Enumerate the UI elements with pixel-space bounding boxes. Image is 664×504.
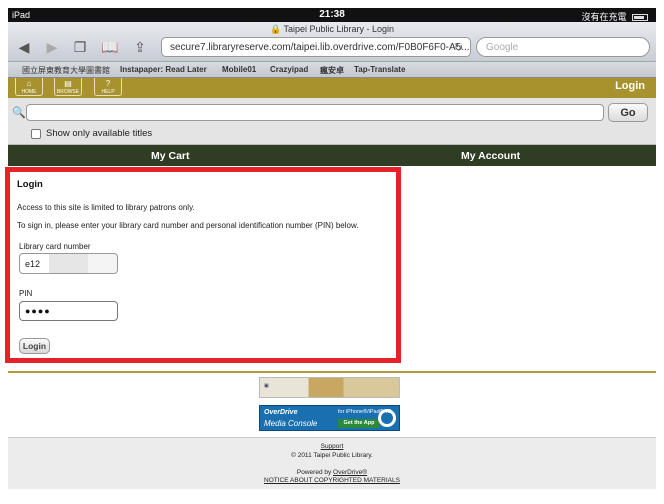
bookmark-item[interactable]: Instapaper: Read Later [120, 65, 207, 74]
media-console-banner[interactable]: OverDrive Media Console for iPhone®/iPad… [259, 405, 400, 431]
media-console-ring-icon [378, 409, 396, 427]
copyright-text: © 2011 Taipei Public Library. [291, 452, 373, 459]
login-panel: Login Access to this site is limited to … [5, 167, 401, 363]
card-number-input[interactable]: e12 [19, 253, 118, 274]
browse-book-icon: ▤ [64, 79, 72, 88]
title-search-input[interactable] [26, 104, 604, 121]
library-seal-icon: ▣ [264, 383, 269, 389]
sign-in-instructions: To sign in, please enter your library ca… [17, 221, 359, 230]
status-bar: iPad 21:38 沒有在充電 [8, 8, 656, 22]
help-button[interactable]: ? HELP [94, 78, 122, 96]
bookmarks-bar: 國立屏東教育大學圖書館 Instapaper: Read Later Mobil… [8, 62, 656, 78]
forward-arrow-icon[interactable]: ▶ [42, 38, 62, 56]
search-icon: 🔍 [12, 107, 26, 119]
header-login-link[interactable]: Login [615, 80, 645, 92]
access-notice: Access to this site is limited to librar… [17, 203, 195, 212]
page-title: 🔒 Taipei Public Library - Login [8, 24, 656, 35]
get-app-badge: Get the App [338, 419, 380, 428]
battery-icon [632, 14, 648, 21]
bookmark-item[interactable]: Crazyipad [270, 65, 308, 74]
bookmark-item[interactable]: 瘋安卓 [320, 65, 344, 76]
pin-input[interactable]: ●●●● [19, 301, 118, 321]
home-button[interactable]: ⌂ HOME [15, 78, 43, 96]
site-header: ⌂ HOME ▤ BROWSE ? HELP Login [8, 78, 656, 98]
overdrive-link[interactable]: OverDrive® [333, 469, 367, 476]
card-number-label: Library card number [19, 242, 91, 251]
login-button[interactable]: Login [19, 338, 50, 354]
account-nav-bar: My Cart My Account [8, 145, 656, 166]
media-console-name: Media Console [264, 419, 318, 428]
browse-button[interactable]: ▤ BROWSE [54, 78, 82, 96]
bookmarks-book-icon[interactable]: 📖 [100, 38, 120, 56]
home-icon: ⌂ [26, 79, 32, 88]
powered-by: Powered by OverDrive® [8, 469, 656, 476]
bookmark-item[interactable]: Mobile01 [222, 65, 256, 74]
login-heading: Login [17, 179, 43, 190]
my-account-link[interactable]: My Account [461, 150, 520, 162]
google-search-field[interactable]: Google [476, 37, 650, 57]
bookmark-item[interactable]: Tap-Translate [354, 65, 405, 74]
help-label: HELP [101, 89, 115, 95]
share-icon[interactable]: ⇪ [130, 38, 150, 56]
page-title-text: Taipei Public Library - Login [283, 24, 395, 34]
library-logo-banner[interactable]: ▣ [259, 377, 400, 398]
reload-icon[interactable]: ↻ [454, 41, 463, 54]
browser-toolbar: 🔒 Taipei Public Library - Login ◀ ▶ ❐ 📖 … [8, 22, 656, 62]
bookmark-item[interactable]: 國立屏東教育大學圖書館 [22, 65, 110, 76]
charging-text: 沒有在充電 [581, 12, 627, 22]
lock-icon: 🔒 [269, 24, 282, 34]
my-cart-link[interactable]: My Cart [151, 150, 190, 162]
browse-label: BROWSE [56, 89, 80, 95]
go-button[interactable]: Go [608, 103, 648, 122]
clock: 21:38 [319, 9, 345, 20]
available-only-label: Show only available titles [46, 128, 153, 139]
help-icon: ? [105, 79, 111, 88]
footer-divider [8, 371, 656, 373]
pin-label: PIN [19, 289, 33, 298]
site-search-bar: 🔍 Go Show only available titles [8, 98, 656, 145]
page-footer: Support © 2011 Taipei Public Library. Po… [8, 437, 656, 489]
support-link[interactable]: Support [8, 443, 656, 450]
overdrive-brand: OverDrive [264, 409, 298, 416]
url-field[interactable]: secure7.libraryreserve.com/taipei.lib.ov… [161, 37, 471, 57]
tabs-icon[interactable]: ❐ [70, 38, 90, 56]
available-only-checkbox[interactable] [31, 129, 41, 139]
copyright-notice-link[interactable]: NOTICE ABOUT COPYRIGHTED MATERIALS [8, 477, 656, 484]
home-label: HOME [21, 89, 37, 95]
powered-by-prefix: Powered by [296, 469, 334, 476]
back-arrow-icon[interactable]: ◀ [14, 38, 34, 56]
ipad-screen: iPad 21:38 沒有在充電 🔒 Taipei Public Library… [0, 0, 664, 504]
